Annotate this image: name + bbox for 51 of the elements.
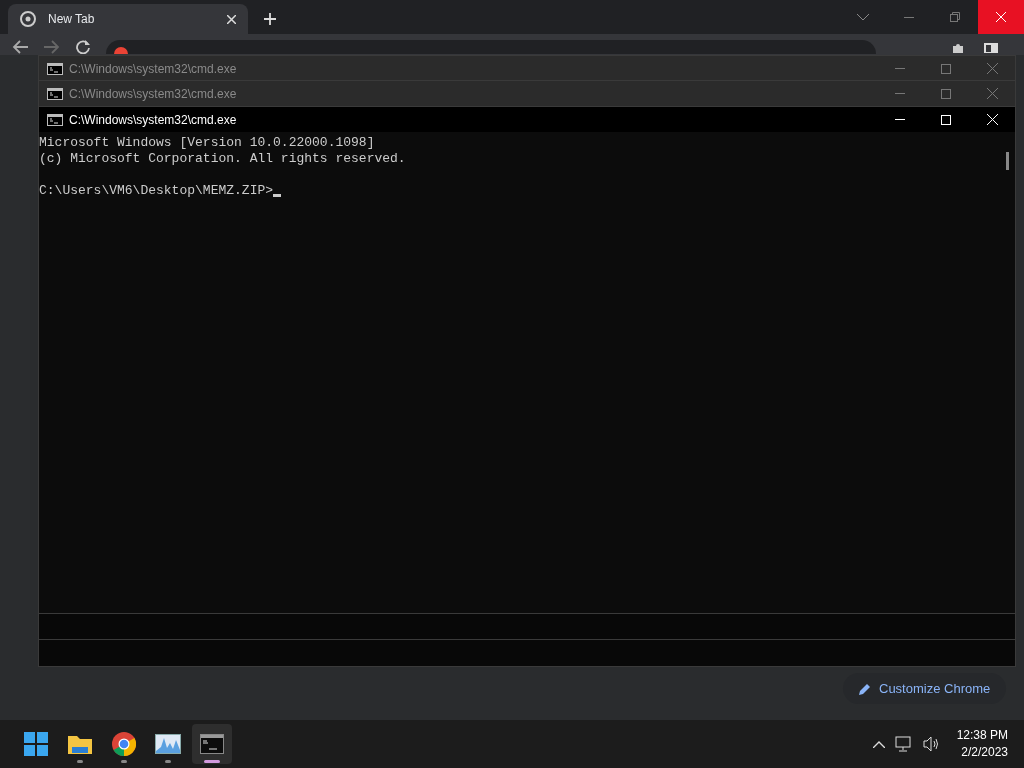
console-icon	[47, 62, 63, 75]
minimize-icon	[895, 68, 905, 69]
taskbar-button[interactable]	[192, 724, 232, 764]
terminal-icon[interactable]	[200, 734, 224, 754]
running-indicator	[165, 760, 171, 763]
reload-icon[interactable]	[76, 40, 90, 54]
pencil-icon	[859, 682, 871, 695]
close-icon	[996, 12, 1006, 22]
browser-tab[interactable]: New Tab	[8, 4, 248, 34]
maximize-icon	[941, 63, 951, 74]
minimize-icon[interactable]	[904, 16, 914, 18]
running-indicator	[121, 760, 127, 763]
maximize-icon	[941, 114, 951, 125]
restore-icon[interactable]	[950, 12, 960, 22]
close-icon	[986, 88, 998, 99]
console-line: C:\Users\VM6\Desktop\MEMZ.ZIP>	[39, 183, 274, 199]
chevron-up-icon[interactable]	[872, 740, 885, 748]
text-cursor	[273, 194, 282, 197]
puzzle-icon[interactable]	[952, 43, 966, 53]
minimize-icon	[895, 119, 905, 120]
chrome-logo-icon	[20, 11, 36, 27]
console-icon	[47, 87, 63, 100]
window-title: C:\Windows\system32\cmd.exe	[69, 111, 237, 129]
close-icon	[986, 63, 998, 74]
chevron-down-icon[interactable]	[857, 13, 869, 21]
customize-chrome-button[interactable]: Customize Chrome	[843, 673, 1007, 704]
sidebar-icon[interactable]	[984, 43, 998, 53]
maximize-icon	[941, 88, 951, 99]
clock[interactable]: 12:38 PM 2/2/2023	[956, 727, 1008, 761]
close-icon[interactable]	[227, 14, 236, 24]
console-icon	[47, 113, 63, 126]
clock-time: 12:38 PM	[956, 727, 1008, 744]
new-tab-icon[interactable]	[264, 13, 276, 25]
google-logo-icon	[114, 46, 128, 54]
network-icon[interactable]	[894, 736, 913, 752]
back-icon[interactable]	[12, 40, 28, 54]
running-indicator	[204, 760, 220, 763]
scrollbar-thumb[interactable]	[1006, 152, 1009, 170]
window-title: C:\Windows\system32\cmd.exe	[69, 60, 237, 78]
browser-icon[interactable]	[112, 732, 136, 756]
volume-icon[interactable]	[922, 736, 941, 752]
console-line: Microsoft Windows [Version 10.0.22000.1098]	[39, 135, 375, 151]
folder-icon[interactable]	[67, 733, 93, 755]
minimize-icon	[895, 93, 905, 94]
tab-title: New Tab	[48, 11, 95, 28]
window-title: C:\Windows\system32\cmd.exe	[69, 85, 237, 103]
console-line: (c) Microsoft Corporation. All rights reserved.	[39, 151, 406, 167]
running-indicator	[77, 760, 83, 763]
windows-logo-icon[interactable]	[24, 732, 48, 756]
close-icon	[986, 114, 998, 125]
clock-date: 2/2/2023	[961, 744, 1008, 761]
